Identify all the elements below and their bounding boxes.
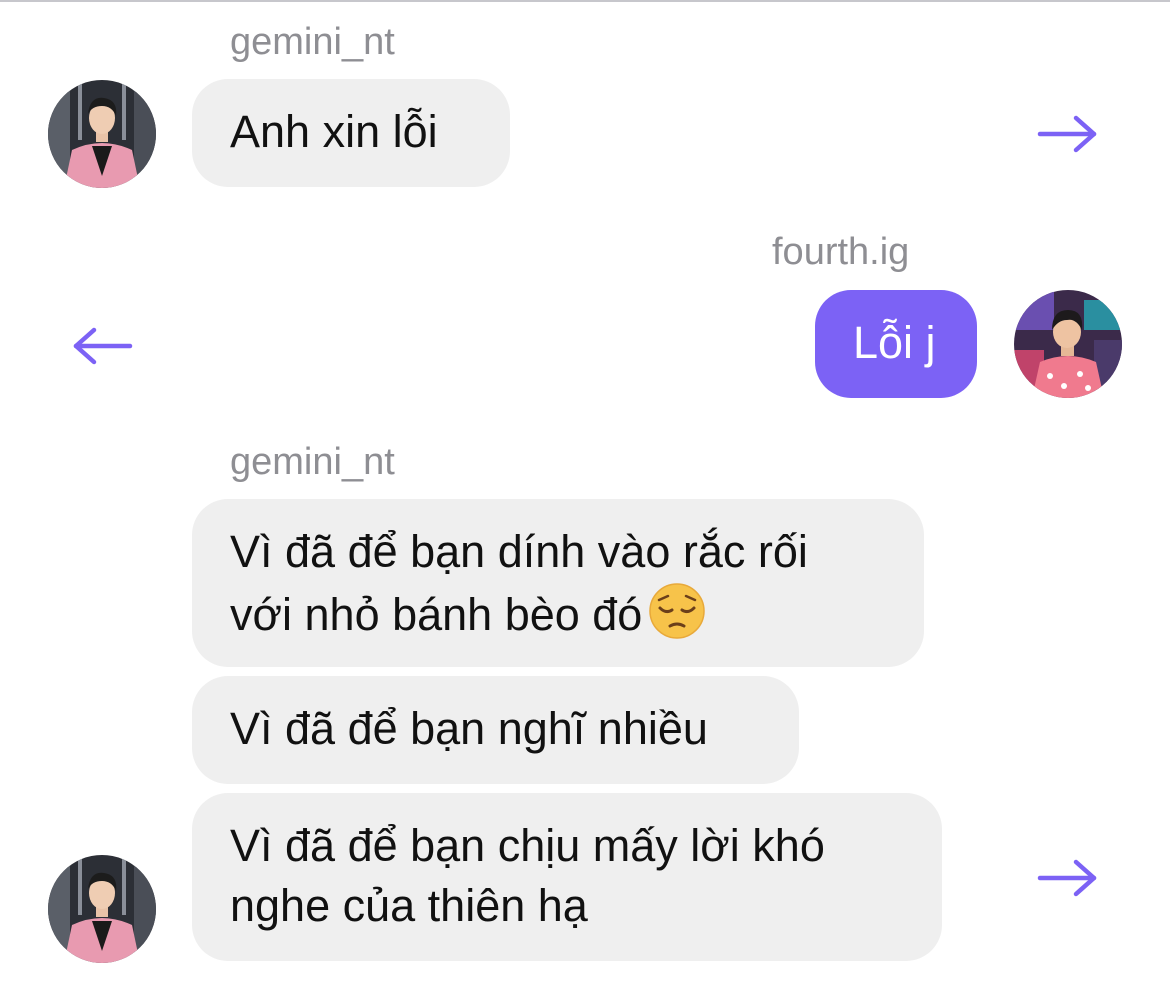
message-bubble[interactable]: Vì đã để bạn chịu mấy lời khó nghe của t…: [192, 793, 942, 961]
message-text: Vì đã để bạn nghĩ nhiều: [230, 703, 708, 754]
message-bubble-outgoing[interactable]: Lỗi j: [815, 290, 977, 398]
message-text: Anh xin lỗi: [230, 106, 438, 157]
sender-name: fourth.ig: [772, 231, 910, 273]
forward-arrow-icon[interactable]: [1036, 858, 1100, 898]
avatar[interactable]: [48, 80, 156, 188]
sender-name: gemini_nt: [230, 441, 395, 483]
message-bubble[interactable]: Vì đã để bạn nghĩ nhiều: [192, 676, 799, 784]
avatar[interactable]: [48, 855, 156, 963]
pensive-face-icon: [648, 582, 706, 640]
message-text-line: Vì đã để bạn dính vào rắc rối: [230, 526, 808, 577]
avatar[interactable]: [1014, 290, 1122, 398]
back-arrow-icon[interactable]: [70, 326, 134, 366]
forward-arrow-icon[interactable]: [1036, 114, 1100, 154]
message-bubble[interactable]: Vì đã để bạn dính vào rắc rối với nhỏ bá…: [192, 499, 924, 667]
message-bubble[interactable]: Anh xin lỗi: [192, 79, 510, 187]
message-text-line: Vì đã để bạn chịu mấy lời khó: [230, 820, 825, 871]
top-divider: [0, 0, 1170, 2]
message-text: với nhỏ bánh bèo đó: [230, 589, 643, 640]
message-text: Lỗi j: [853, 317, 936, 368]
message-text-line: nghe của thiên hạ: [230, 880, 588, 931]
message-text-line: với nhỏ bánh bèo đó: [230, 582, 886, 645]
sender-name: gemini_nt: [230, 21, 395, 63]
